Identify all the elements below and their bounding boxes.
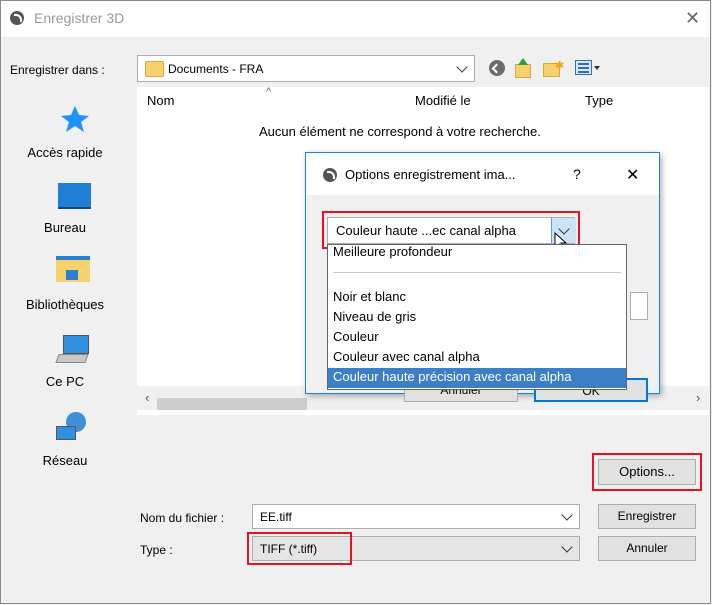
scrollbar-thumb[interactable] bbox=[157, 398, 307, 410]
sidebar-item-quick-access[interactable]: Accès rapide bbox=[0, 145, 130, 160]
filename-input[interactable]: EE.tiff bbox=[252, 504, 580, 529]
app-logo-icon bbox=[323, 168, 337, 182]
sidebar-item-libraries[interactable]: Bibliothèques bbox=[0, 297, 130, 312]
location-combobox[interactable]: Documents - FRA bbox=[137, 55, 475, 82]
chevron-down-icon bbox=[561, 509, 573, 521]
column-header-type[interactable]: Type bbox=[585, 93, 613, 108]
option-high-precision-color-alpha[interactable]: Couleur haute précision avec canal alpha bbox=[333, 369, 572, 384]
option-color[interactable]: Couleur bbox=[333, 329, 379, 344]
new-folder-icon[interactable]: ✱ bbox=[543, 60, 564, 77]
hidden-field bbox=[630, 292, 648, 320]
help-icon[interactable]: ? bbox=[573, 166, 581, 182]
computer-icon bbox=[55, 335, 91, 363]
option-grayscale[interactable]: Niveau de gris bbox=[333, 309, 416, 324]
filename-label: Nom du fichier : bbox=[140, 511, 225, 525]
color-depth-options-list[interactable]: Meilleure profondeur Noir et blanc Nivea… bbox=[327, 244, 627, 390]
location-label: Enregistrer dans : bbox=[10, 63, 105, 77]
window-title: Enregistrer 3D bbox=[34, 10, 125, 26]
option-best-depth[interactable]: Meilleure profondeur bbox=[333, 244, 452, 259]
view-dropdown-arrow-icon[interactable] bbox=[594, 66, 600, 70]
option-highlight-row[interactable]: Couleur haute précision avec canal alpha bbox=[328, 368, 626, 388]
chevron-down-icon bbox=[561, 541, 573, 553]
save-button[interactable]: Enregistrer bbox=[598, 504, 696, 529]
close-icon[interactable]: ✕ bbox=[685, 8, 700, 29]
annotation-highlight-options bbox=[592, 453, 702, 491]
cancel-button[interactable]: Annuler bbox=[598, 536, 696, 561]
desktop-icon bbox=[58, 183, 91, 209]
option-black-white[interactable]: Noir et blanc bbox=[333, 289, 406, 304]
empty-message: Aucun élément ne correspond à votre rech… bbox=[259, 124, 541, 139]
sidebar-item-this-pc[interactable]: Ce PC bbox=[0, 374, 130, 389]
network-icon bbox=[56, 412, 90, 442]
up-folder-icon[interactable] bbox=[513, 58, 531, 78]
view-menu-icon[interactable] bbox=[575, 60, 592, 75]
options-dialog-title: Options enregistrement ima... bbox=[345, 167, 516, 182]
folder-icon bbox=[145, 61, 164, 77]
app-logo-icon bbox=[10, 11, 24, 25]
option-separator bbox=[333, 272, 621, 273]
filename-value: EE.tiff bbox=[260, 510, 292, 524]
scroll-left-icon[interactable]: ‹ bbox=[145, 390, 149, 405]
back-icon[interactable] bbox=[489, 60, 505, 76]
filetype-label: Type : bbox=[140, 543, 173, 557]
chevron-down-icon bbox=[456, 61, 468, 73]
annotation-highlight-filetype bbox=[247, 532, 352, 565]
sidebar-item-network[interactable]: Réseau bbox=[0, 453, 130, 468]
sidebar-item-desktop[interactable]: Bureau bbox=[0, 220, 130, 235]
column-header-name[interactable]: Nom bbox=[147, 93, 174, 108]
star-icon bbox=[60, 104, 90, 134]
column-header-modified[interactable]: Modifié le bbox=[415, 93, 471, 108]
option-color-alpha[interactable]: Couleur avec canal alpha bbox=[333, 349, 480, 364]
sort-ascending-icon: ^ bbox=[266, 86, 272, 98]
libraries-icon bbox=[56, 256, 90, 282]
options-dialog-close-icon[interactable]: ✕ bbox=[626, 165, 639, 185]
location-value: Documents - FRA bbox=[168, 62, 264, 76]
scroll-right-icon[interactable]: › bbox=[696, 390, 700, 405]
